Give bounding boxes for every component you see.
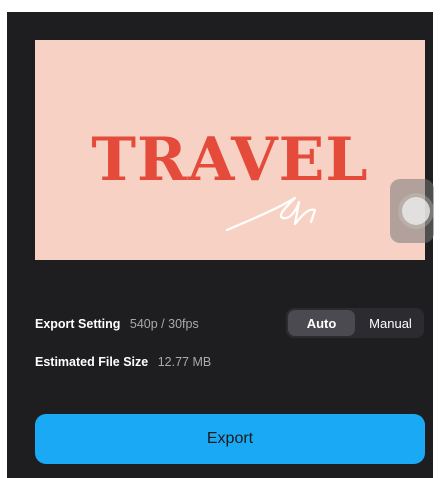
export-panel: TRAVEL Export Setting 540p / 30fps Auto … [7,12,434,478]
preview-title-text: TRAVEL [91,125,369,195]
estimated-file-size-row: Estimated File Size 12.77 MB [35,355,211,369]
mode-option-manual[interactable]: Manual [357,308,424,338]
estimated-file-size-value: 12.77 MB [157,355,212,369]
assistive-touch-button[interactable] [390,179,434,243]
export-setting-value: 540p / 30fps [129,317,199,331]
video-preview: TRAVEL [35,40,425,260]
export-setting-label: Export Setting [35,317,121,331]
mode-option-auto[interactable]: Auto [288,310,355,336]
export-setting-row: Export Setting 540p / 30fps [35,317,199,331]
signature-scribble [225,196,317,232]
export-button[interactable]: Export [35,414,425,464]
assistive-touch-icon [402,197,430,225]
estimated-file-size-label: Estimated File Size [35,355,149,369]
export-mode-toggle[interactable]: Auto Manual [286,308,424,338]
